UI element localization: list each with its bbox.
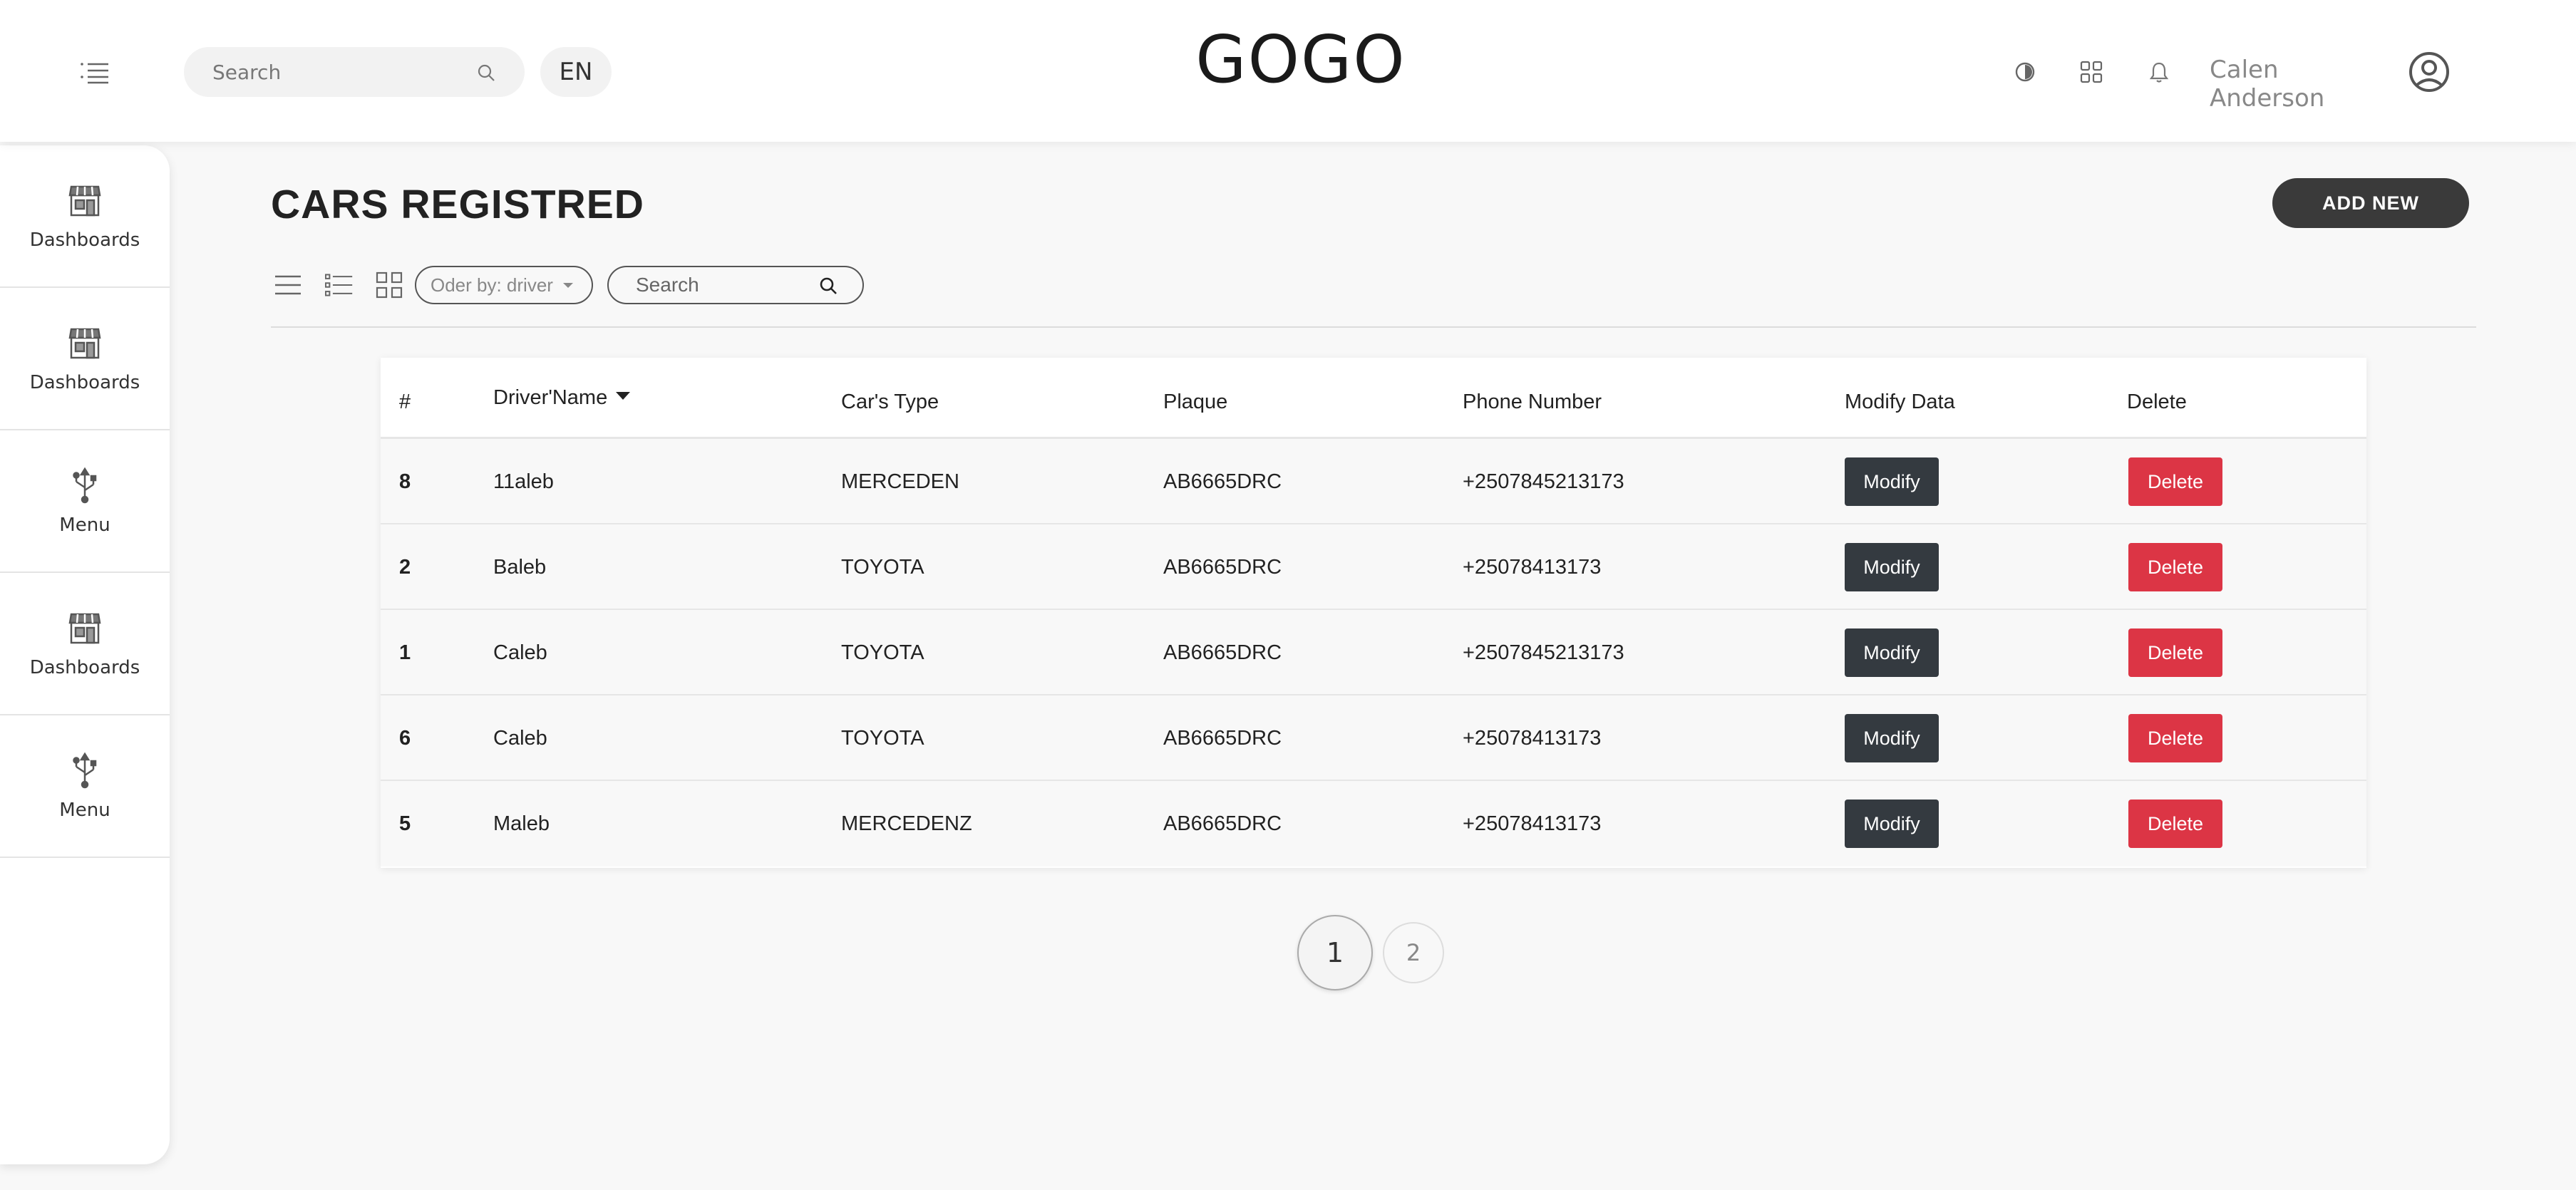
modify-button[interactable]: Modify — [1845, 543, 1939, 591]
delete-button[interactable]: Delete — [2128, 628, 2222, 677]
cell-plaque: AB6665DRC — [1163, 470, 1282, 493]
table-search-input[interactable] — [636, 267, 821, 303]
table-row: 1 Caleb TOYOTA AB6665DRC +2507845213173 … — [381, 610, 2366, 695]
pagination-page-2[interactable]: 2 — [1383, 922, 1444, 983]
header-delete: Delete — [2127, 390, 2187, 413]
grid-view-icon[interactable] — [375, 271, 403, 299]
sort-desc-icon[interactable] — [616, 391, 631, 400]
search-icon[interactable] — [476, 63, 496, 83]
sidebar-item-label: Dashboards — [29, 372, 140, 393]
cell-plaque: AB6665DRC — [1163, 812, 1282, 835]
table-header: # Driver'Name Car's Type Plaque Phone Nu… — [381, 358, 2366, 439]
cars-table: # Driver'Name Car's Type Plaque Phone Nu… — [381, 358, 2366, 868]
cell-number: 2 — [399, 556, 411, 579]
sidebar-item-menu[interactable]: Menu — [0, 715, 170, 858]
detailed-list-view-icon[interactable] — [324, 271, 354, 299]
shop-icon — [66, 324, 104, 362]
header-number: # — [399, 390, 411, 413]
sidebar-item-menu[interactable]: Menu — [0, 430, 170, 573]
cell-phone-number: +25078413173 — [1463, 556, 1602, 579]
cell-phone-number: +2507845213173 — [1463, 470, 1624, 493]
usb-icon — [66, 751, 104, 790]
modify-button[interactable]: Modify — [1845, 628, 1939, 677]
menu-toggle-icon[interactable] — [80, 61, 110, 84]
table-search — [607, 266, 864, 304]
modify-button[interactable]: Modify — [1845, 800, 1939, 848]
caret-down-icon — [563, 283, 573, 288]
sidebar-item-label: Dashboards — [29, 229, 140, 251]
top-navbar: EN GOGO Calen Anderson — [0, 0, 2576, 142]
divider — [271, 326, 2476, 328]
cell-plaque: AB6665DRC — [1163, 727, 1282, 750]
usb-icon — [66, 466, 104, 505]
search-icon[interactable] — [818, 276, 838, 296]
sidebar-item-dashboards[interactable]: Dashboards — [0, 573, 170, 715]
apps-grid-icon[interactable] — [2079, 60, 2103, 84]
sidebar-item-dashboards[interactable]: Dashboards — [0, 288, 170, 430]
cell-phone-number: +25078413173 — [1463, 727, 1602, 750]
shop-icon — [66, 181, 104, 219]
delete-button[interactable]: Delete — [2128, 543, 2222, 591]
modify-button[interactable]: Modify — [1845, 457, 1939, 506]
language-selector[interactable]: EN — [540, 47, 612, 97]
add-new-button[interactable]: ADD NEW — [2272, 178, 2469, 228]
sidebar-item-label: Dashboards — [29, 657, 140, 678]
delete-button[interactable]: Delete — [2128, 714, 2222, 762]
cell-car-type: TOYOTA — [841, 727, 924, 750]
cell-phone-number: +25078413173 — [1463, 812, 1602, 835]
table-row: 2 Baleb TOYOTA AB6665DRC +25078413173 Mo… — [381, 524, 2366, 610]
header-plaque: Plaque — [1163, 390, 1228, 413]
cell-car-type: TOYOTA — [841, 641, 924, 664]
table-row: 5 Maleb MERCEDENZ AB6665DRC +25078413173… — [381, 781, 2366, 866]
cell-number: 6 — [399, 727, 411, 750]
cell-car-type: TOYOTA — [841, 556, 924, 579]
header-modify-data: Modify Data — [1845, 390, 1955, 413]
header-car-type: Car's Type — [841, 390, 939, 413]
cell-driver-name: Caleb — [493, 641, 547, 664]
header-search — [184, 47, 525, 97]
delete-button[interactable]: Delete — [2128, 800, 2222, 848]
user-avatar-icon[interactable] — [2408, 51, 2451, 93]
cell-driver-name: Caleb — [493, 727, 547, 750]
cell-car-type: MERCEDENZ — [841, 812, 972, 835]
app-logo[interactable]: GOGO — [1140, 21, 1461, 98]
order-by-dropdown[interactable]: Oder by: driver — [415, 266, 593, 304]
sidebar-item-label: Menu — [59, 800, 110, 821]
header-phone-number: Phone Number — [1463, 390, 1602, 413]
delete-button[interactable]: Delete — [2128, 457, 2222, 506]
cell-number: 8 — [399, 470, 411, 493]
table-row: 8 11aleb MERCEDEN AB6665DRC +25078452131… — [381, 439, 2366, 524]
notification-bell-icon[interactable] — [2147, 60, 2171, 84]
cell-plaque: AB6665DRC — [1163, 556, 1282, 579]
header-driver-name[interactable]: Driver'Name — [493, 386, 631, 410]
sidebar-item-label: Menu — [59, 514, 110, 536]
cell-phone-number: +2507845213173 — [1463, 641, 1624, 664]
cell-plaque: AB6665DRC — [1163, 641, 1282, 664]
cell-number: 1 — [399, 641, 411, 664]
sidebar: Dashboards Dashboards Menu Dashboards Me… — [0, 145, 170, 1164]
page-title: CARS REGISTRED — [271, 182, 644, 227]
cell-driver-name: 11aleb — [493, 470, 554, 493]
cell-driver-name: Maleb — [493, 812, 550, 835]
sidebar-item-dashboards[interactable]: Dashboards — [0, 145, 170, 288]
pagination-page-1[interactable]: 1 — [1297, 915, 1373, 990]
order-by-label: Oder by: driver — [431, 274, 553, 296]
table-row: 6 Caleb TOYOTA AB6665DRC +25078413173 Mo… — [381, 695, 2366, 781]
list-view-icon[interactable] — [274, 271, 302, 299]
dark-mode-toggle-icon[interactable] — [2013, 60, 2037, 84]
cell-driver-name: Baleb — [493, 556, 547, 579]
header-driver-name-label: Driver'Name — [493, 386, 608, 409]
cell-car-type: MERCEDEN — [841, 470, 959, 493]
user-name[interactable]: Calen Anderson — [2210, 56, 2395, 113]
shop-icon — [66, 609, 104, 647]
modify-button[interactable]: Modify — [1845, 714, 1939, 762]
header-search-input[interactable] — [212, 47, 476, 97]
cell-number: 5 — [399, 812, 411, 835]
